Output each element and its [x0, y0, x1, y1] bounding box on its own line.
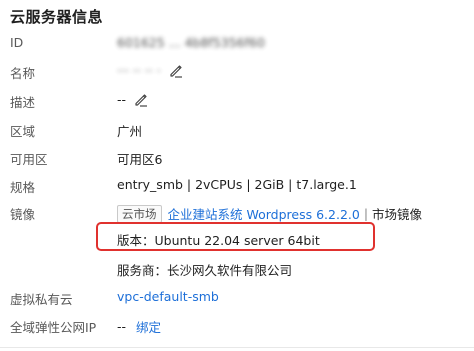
image-suffix: 市场镜像	[372, 207, 423, 222]
region-value: 广州	[117, 124, 143, 139]
zone-label: 可用区	[10, 152, 48, 167]
description-value-group: --	[117, 92, 148, 107]
row-spec: 规格 entry_smb | 2vCPUs | 2GiB | t7.large.…	[0, 174, 474, 198]
row-description: 描述 --	[0, 89, 474, 113]
eip-label: 全域弹性公网IP	[10, 320, 97, 335]
highlight-box	[96, 222, 375, 251]
cloud-server-info-panel: 云服务器信息 ID 601625 ... 4b8f5356f60 名称 ··· …	[0, 0, 474, 351]
row-region: 区域 广州	[0, 118, 474, 142]
cloud-market-tag: 云市场	[117, 204, 162, 223]
row-id: ID 601625 ... 4b8f5356f60	[0, 32, 474, 56]
id-label: ID	[10, 35, 24, 50]
edit-icon[interactable]	[134, 93, 148, 107]
vpc-link[interactable]: vpc-default-smb	[117, 289, 219, 304]
vpc-label: 虚拟私有云	[10, 292, 73, 307]
id-value: 601625 ... 4b8f5356f60	[117, 35, 265, 50]
name-label: 名称	[10, 66, 36, 81]
description-label: 描述	[10, 95, 36, 110]
zone-value: 可用区6	[117, 152, 163, 167]
image-separator: |	[363, 206, 369, 221]
spec-value: entry_smb | 2vCPUs | 2GiB | t7.large.1	[117, 177, 357, 192]
row-vpc: 虚拟私有云 vpc-default-smb	[0, 286, 474, 310]
name-value-group: ··· ·· ·· ·	[117, 63, 183, 78]
row-zone: 可用区 可用区6	[0, 146, 474, 170]
spec-label: 规格	[10, 180, 36, 195]
panel-title: 云服务器信息	[10, 8, 104, 26]
row-image-provider: 服务商：长沙网久软件有限公司	[0, 257, 474, 281]
name-value: ··· ·· ·· ·	[117, 63, 161, 78]
image-label: 镜像	[10, 207, 36, 222]
image-provider: 服务商：长沙网久软件有限公司	[117, 263, 293, 278]
divider	[0, 347, 474, 348]
eip-value-group: -- 绑定	[117, 317, 161, 336]
region-label: 区域	[10, 124, 36, 139]
bind-eip-link[interactable]: 绑定	[136, 317, 161, 336]
eip-value: --	[117, 319, 127, 334]
row-name: 名称 ··· ·· ·· ·	[0, 60, 474, 84]
image-value-group: 云市场 企业建站系统 Wordpress 6.2.2.0 | 市场镜像	[117, 204, 422, 223]
description-value: --	[117, 92, 127, 107]
row-eip: 全域弹性公网IP -- 绑定	[0, 314, 474, 338]
image-link[interactable]: 企业建站系统 Wordpress 6.2.2.0	[168, 204, 360, 223]
edit-icon[interactable]	[169, 64, 183, 78]
